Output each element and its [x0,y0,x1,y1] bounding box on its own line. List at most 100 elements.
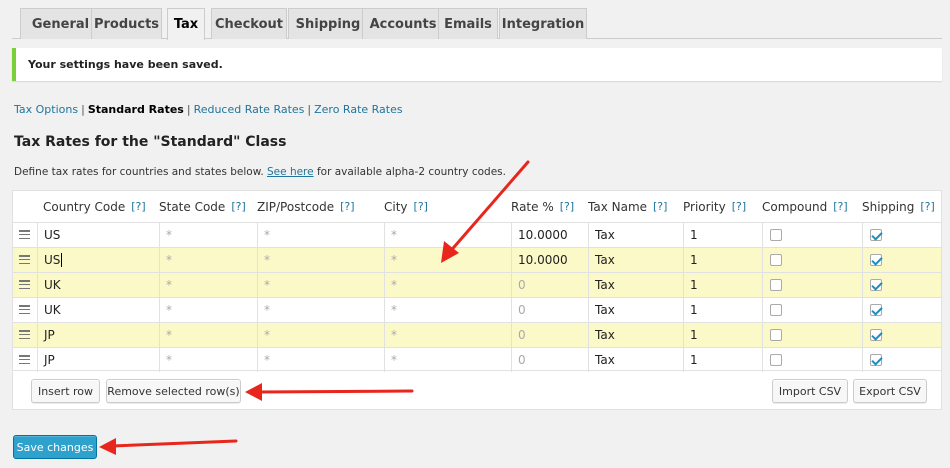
tab-checkout[interactable]: Checkout [211,8,287,39]
tab-products[interactable]: Products [91,8,162,39]
subnav-separator: | [307,103,312,116]
drag-handle-icon[interactable] [19,328,30,341]
state-input[interactable]: * [159,273,257,297]
tab-tax[interactable]: Tax [167,8,205,40]
shipping-checkbox[interactable] [870,304,882,316]
drag-handle-icon[interactable] [19,228,30,241]
city-input[interactable]: * [384,273,511,297]
table-row[interactable]: UK * * * 0 Tax 1 [13,272,941,297]
zip-input[interactable]: * [257,248,384,272]
shipping-checkbox[interactable] [870,229,882,241]
state-input[interactable]: * [159,248,257,272]
rate-input[interactable]: 0 [511,348,588,372]
export-csv-button[interactable]: Export CSV [853,379,927,403]
table-row[interactable]: JP * * * 0 Tax 1 [13,322,941,347]
country-codes-link[interactable]: See here [267,166,314,178]
subnav-standard-rates[interactable]: Standard Rates [88,103,184,116]
shipping-checkbox[interactable] [870,329,882,341]
zip-input[interactable]: * [257,298,384,322]
help-link[interactable]: [?] [732,200,746,213]
help-link[interactable]: [?] [414,200,428,213]
country-input[interactable]: US [37,248,159,272]
state-input[interactable]: * [159,223,257,247]
help-link[interactable]: [?] [340,200,354,213]
rate-input[interactable]: 10.0000 [511,248,588,272]
country-input[interactable]: UK [37,298,159,322]
tab-shipping[interactable]: Shipping [288,8,368,39]
shipping-checkbox[interactable] [870,354,882,366]
shipping-checkbox[interactable] [870,279,882,291]
help-link[interactable]: [?] [231,200,245,213]
city-input[interactable]: * [384,323,511,347]
name-input[interactable]: Tax [588,248,683,272]
city-input[interactable]: * [384,248,511,272]
compound-checkbox[interactable] [770,229,782,241]
rate-input[interactable]: 10.0000 [511,223,588,247]
zip-input[interactable]: * [257,223,384,247]
tab-integration[interactable]: Integration [499,8,587,39]
subnav-separator: | [81,103,85,116]
tab-accounts[interactable]: Accounts [362,8,444,39]
insert-row-button[interactable]: Insert row [31,379,100,403]
priority-input[interactable]: 1 [683,273,762,297]
city-input[interactable]: * [384,348,511,372]
state-input[interactable]: * [159,298,257,322]
remove-rows-button[interactable]: Remove selected row(s) [106,379,241,403]
name-input[interactable]: Tax [588,298,683,322]
shipping-checkbox[interactable] [870,254,882,266]
help-link[interactable]: [?] [131,200,145,213]
compound-checkbox[interactable] [770,279,782,291]
priority-input[interactable]: 1 [683,298,762,322]
city-input[interactable]: * [384,298,511,322]
name-input[interactable]: Tax [588,273,683,297]
help-link[interactable]: [?] [653,200,667,213]
col-label: Rate % [511,199,554,214]
drag-handle-icon[interactable] [19,353,30,366]
name-input[interactable]: Tax [588,223,683,247]
zip-input[interactable]: * [257,273,384,297]
compound-checkbox[interactable] [770,254,782,266]
text-cursor [61,253,63,267]
help-link[interactable]: [?] [920,200,934,213]
col-zip: ZIP/Postcode [?] [257,191,355,222]
rate-input[interactable]: 0 [511,323,588,347]
import-csv-button[interactable]: Import CSV [772,379,848,403]
drag-handle-icon[interactable] [19,253,30,266]
country-input[interactable]: US [37,223,159,247]
compound-checkbox[interactable] [770,329,782,341]
table-row[interactable]: US * * * 10.0000 Tax 1 [13,222,941,247]
priority-input[interactable]: 1 [683,323,762,347]
priority-input[interactable]: 1 [683,223,762,247]
help-link[interactable]: [?] [833,200,847,213]
country-input[interactable]: JP [37,348,159,372]
name-input[interactable]: Tax [588,348,683,372]
compound-cell [762,273,862,297]
table-row[interactable]: US * * * 10.0000 Tax 1 [13,247,941,272]
compound-checkbox[interactable] [770,304,782,316]
tab-general[interactable]: General [20,8,101,39]
compound-checkbox[interactable] [770,354,782,366]
rate-input[interactable]: 0 [511,273,588,297]
help-link[interactable]: [?] [560,200,574,213]
table-row[interactable]: JP * * * 0 Tax 1 [13,347,941,372]
subnav-zero-rates[interactable]: Zero Rate Rates [314,103,402,116]
zip-input[interactable]: * [257,323,384,347]
country-input[interactable]: JP [37,323,159,347]
zip-input[interactable]: * [257,348,384,372]
tab-emails[interactable]: Emails [438,8,498,39]
name-input[interactable]: Tax [588,323,683,347]
drag-handle-icon[interactable] [19,278,30,291]
city-input[interactable]: * [384,223,511,247]
priority-input[interactable]: 1 [683,348,762,372]
shipping-cell [862,223,941,247]
subnav-reduced-rates[interactable]: Reduced Rate Rates [194,103,305,116]
drag-handle-icon[interactable] [19,303,30,316]
save-changes-button[interactable]: Save changes [13,435,97,459]
state-input[interactable]: * [159,323,257,347]
country-input[interactable]: UK [37,273,159,297]
rate-input[interactable]: 0 [511,298,588,322]
state-input[interactable]: * [159,348,257,372]
subnav-tax-options[interactable]: Tax Options [14,103,78,116]
priority-input[interactable]: 1 [683,248,762,272]
table-row[interactable]: UK * * * 0 Tax 1 [13,297,941,322]
